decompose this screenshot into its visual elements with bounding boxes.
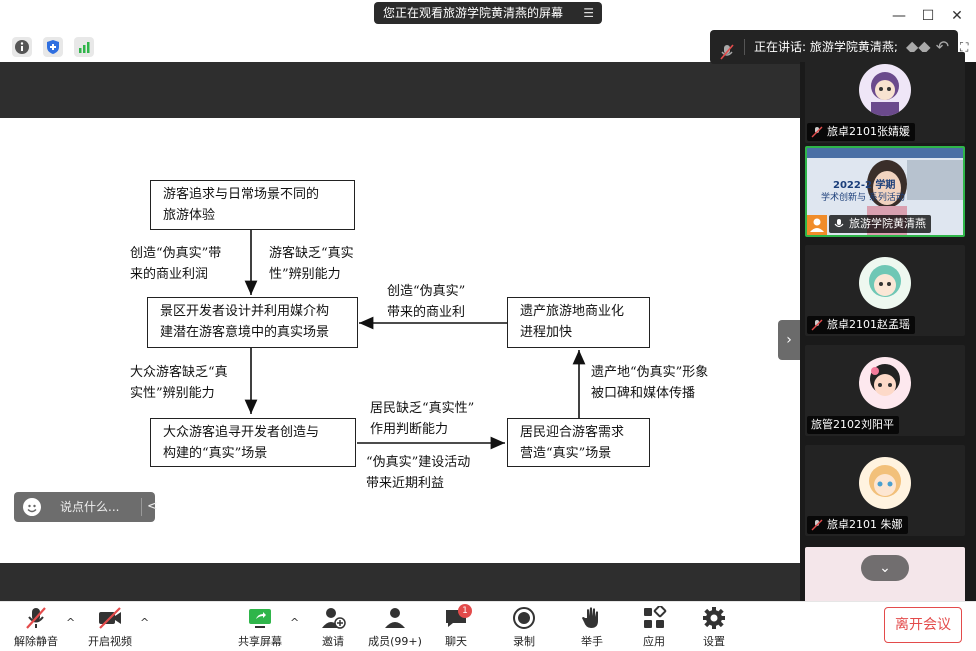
invite-label: 邀请	[322, 635, 344, 648]
participant-tile[interactable]: 旅卓2101 朱娜	[805, 445, 965, 536]
meeting-controls: 解除静音 ^ 开启视频 ^ 共享屏幕 ^ 邀请 成员(99+) 1 聊天 录制 …	[0, 601, 976, 651]
raise-hand-label: 举手	[581, 635, 603, 648]
participant-name: 旅管2102刘阳平	[807, 416, 899, 434]
divider	[744, 39, 745, 55]
diagram-box-residents-cater: 居民迎合游客需求 营造“真实”场景	[507, 418, 650, 467]
box-line: 遗产旅游地商业化	[520, 304, 625, 319]
close-button[interactable]: ✕	[946, 6, 968, 26]
chat-badge: 1	[458, 604, 472, 618]
maximize-button[interactable]: ☐	[917, 6, 939, 26]
members-button[interactable]: 成员(99+)	[366, 606, 424, 650]
diagram-label: 大众游客缺乏“真 实性”辨别能力	[130, 365, 228, 401]
settings-label: 设置	[703, 635, 725, 648]
box-line: 营造“真实”场景	[520, 446, 612, 461]
diagram-box-commercialization: 遗产旅游地商业化 进程加快	[507, 297, 650, 348]
box-line: 进程加快	[520, 325, 573, 340]
box-line: 大众游客追寻开发者创造与	[163, 425, 320, 440]
share-screen-icon	[249, 609, 271, 628]
leave-meeting-button[interactable]: 离开会议	[884, 607, 962, 643]
diagram-label: 游客缺乏“真实 性”辨别能力	[269, 246, 354, 282]
diagram-label: 创造“伪真实” 带来的商业利	[387, 284, 466, 320]
avatar	[859, 457, 911, 509]
slide-subtitle: 学术创新与 系列活动	[821, 193, 905, 203]
participant-name: 旅卓2101 朱娜	[807, 516, 908, 534]
avatar	[859, 357, 911, 409]
minimize-button[interactable]: —	[888, 6, 910, 26]
diagram-box-tourist-pursuit: 游客追求与日常场景不同的 旅游体验	[150, 180, 355, 230]
raise-hand-button[interactable]: 举手	[576, 606, 608, 650]
start-video-label: 开启视频	[88, 635, 132, 648]
record-label: 录制	[513, 635, 535, 648]
participant-gallery: 旅卓2101张婧媛 2022-2 学期 学术创新与 系列活动 旅游学院黄清燕 旅…	[800, 52, 976, 607]
emoji-icon[interactable]	[23, 498, 41, 516]
box-line: 旅游体验	[163, 208, 216, 223]
box-line: 居民迎合游客需求	[520, 425, 625, 440]
box-line: 建潜在游客意境中的真实场景	[160, 325, 330, 340]
participant-tile[interactable]: 旅卓2101赵孟瑶	[805, 245, 965, 336]
share-screen-label: 共享屏幕	[238, 635, 282, 648]
avatar	[859, 64, 911, 116]
box-line: 游客追求与日常场景不同的	[163, 187, 320, 202]
participant-tile[interactable]: 旅管2102刘阳平	[805, 345, 965, 436]
divider	[141, 498, 142, 516]
apps-icon	[644, 606, 667, 628]
slide-title: 2022-2 学期	[833, 180, 896, 191]
participant-tile[interactable]: 旅卓2101张婧媛	[805, 52, 965, 143]
box-line: 景区开发者设计并利用媒介构	[160, 304, 330, 319]
hand-icon	[582, 607, 598, 628]
participant-tile-active[interactable]: 2022-2 学期 学术创新与 系列活动 旅游学院黄清燕	[805, 146, 965, 237]
participant-name: 旅卓2101赵孟瑶	[807, 316, 915, 334]
collapse-gallery-button[interactable]: ›	[778, 320, 800, 360]
chat-button[interactable]: 1 聊天	[440, 604, 472, 650]
apps-button[interactable]: 应用	[638, 606, 670, 650]
chevron-up-icon[interactable]: ^	[290, 616, 299, 629]
members-icon	[385, 608, 405, 628]
scroll-down-button[interactable]: ⌄	[861, 555, 909, 581]
diagram-box-developer-design: 景区开发者设计并利用媒介构 建潜在游客意境中的真实场景	[147, 297, 358, 348]
add-user-icon	[322, 608, 346, 629]
diagram-label: 创造“伪真实”带 来的商业利润	[130, 246, 222, 282]
settings-button[interactable]: 设置	[698, 606, 730, 650]
apps-label: 应用	[643, 635, 665, 648]
video-off-icon	[99, 607, 121, 629]
diagram-label: “伪真实”建设活动 带来近期利益	[366, 455, 471, 491]
muted-mic-icon	[26, 607, 46, 629]
start-video-button[interactable]: 开启视频	[86, 606, 134, 650]
share-screen-button[interactable]: 共享屏幕	[236, 606, 284, 650]
muted-mic-icon	[720, 39, 734, 60]
diagram-box-mass-tourist: 大众游客追寻开发者创造与 构建的“真实”场景	[150, 418, 356, 467]
unmute-button[interactable]: 解除静音	[12, 606, 60, 650]
box-line: 构建的“真实”场景	[163, 446, 268, 461]
record-button[interactable]: 录制	[508, 606, 540, 650]
participant-name: 旅卓2101张婧媛	[807, 123, 915, 141]
avatar	[859, 257, 911, 309]
chevron-up-icon[interactable]: ^	[140, 616, 149, 629]
chevron-left-icon[interactable]: <	[147, 492, 158, 522]
quick-chat-input[interactable]: 说点什么... <	[14, 492, 158, 522]
participant-tile-partial[interactable]: ⌄	[805, 547, 965, 607]
host-icon	[807, 215, 827, 235]
chevron-up-icon[interactable]: ^	[66, 616, 75, 629]
invite-button[interactable]: 邀请	[314, 606, 352, 650]
diagram-label: 遗产地“伪真实”形象 被口碑和媒体传播	[591, 365, 709, 401]
members-label: 成员(99+)	[368, 635, 422, 648]
chat-label: 聊天	[445, 635, 467, 648]
record-icon	[513, 607, 535, 629]
participant-name: 旅游学院黄清燕	[829, 215, 931, 233]
diagram-label: 居民缺乏“真实性” 作用判断能力	[370, 401, 475, 437]
gear-icon	[703, 607, 725, 629]
chat-placeholder: 说点什么...	[60, 500, 120, 514]
unmute-label: 解除静音	[14, 635, 58, 648]
